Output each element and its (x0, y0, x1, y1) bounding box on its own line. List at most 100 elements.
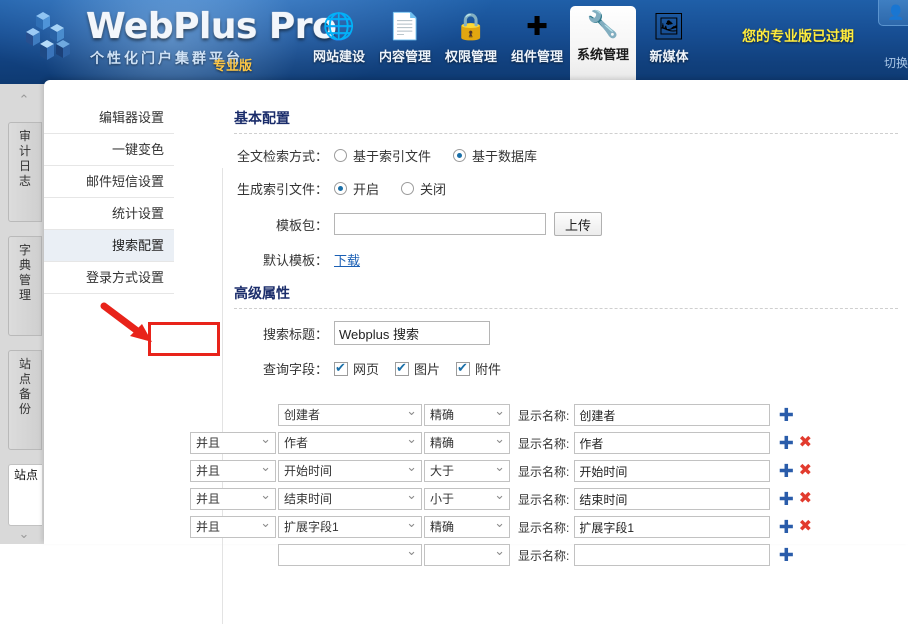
template-pack-label: 模板包： (234, 215, 334, 234)
display-name-label: 显示名称: (518, 435, 569, 452)
radio-option-database[interactable]: 基于数据库 (453, 146, 537, 165)
puzzle-icon: ✚ (519, 8, 555, 44)
display-name-input[interactable] (574, 516, 770, 538)
field-select[interactable]: 开始时间 (278, 460, 422, 482)
nav-item-label: 组件管理 (504, 46, 570, 65)
search-title-input[interactable] (334, 321, 490, 345)
logic-select[interactable]: 并且 (190, 516, 276, 538)
close-x-icon[interactable]: ✖ (796, 434, 814, 452)
chevron-up-icon[interactable]: ⌃ (10, 92, 38, 108)
plus-icon[interactable]: ✚ (776, 462, 796, 480)
checkbox-icon-image[interactable] (395, 362, 409, 376)
radio-icon-index-file[interactable] (334, 149, 347, 162)
field-select[interactable]: 结束时间 (278, 488, 422, 510)
nav-item-photos[interactable]: 🖼 新媒体 (636, 8, 702, 80)
nav-item-label: 新媒体 (636, 46, 702, 65)
radio-icon-index-off[interactable] (401, 182, 414, 195)
display-name-label: 显示名称: (518, 547, 569, 564)
menu-item-2[interactable]: 邮件短信设置 (44, 166, 174, 198)
display-name-label: 显示名称: (518, 519, 569, 536)
operator-select[interactable]: 大于 (424, 460, 510, 482)
plus-icon[interactable]: ✚ (776, 490, 796, 508)
radio-label-index-on: 开启 (353, 179, 379, 198)
row-generate-index: 生成索引文件： 开启 关闭 (234, 179, 908, 198)
display-name-input[interactable] (574, 544, 770, 566)
switch-link[interactable]: 切换 (884, 54, 908, 71)
logic-select[interactable]: 并且 (190, 460, 276, 482)
plus-icon[interactable]: ✚ (776, 546, 796, 564)
query-field-row: 并且扩展字段1精确显示名称: ✚✖ (190, 514, 908, 540)
query-field-row: 并且结束时间小于显示名称:✚✖ (190, 486, 908, 512)
operator-select[interactable]: 精确 (424, 404, 510, 426)
plus-icon[interactable]: ✚ (776, 518, 796, 536)
vertical-tab-label: 站点备份 (18, 357, 32, 417)
default-template-label: 默认模板： (234, 250, 334, 269)
download-template-link[interactable]: 下载 (334, 250, 360, 269)
nav-item-tools[interactable]: 🔧系统管理 (570, 6, 636, 84)
radio-icon-index-on[interactable] (334, 182, 347, 195)
vertical-tab-3[interactable]: 站点 (8, 464, 42, 526)
vertical-tab-2[interactable]: 站点备份 (8, 350, 42, 450)
operator-select[interactable]: 精确 (424, 516, 510, 538)
menu-item-3[interactable]: 统计设置 (44, 198, 174, 230)
display-name-label: 显示名称: (518, 463, 569, 480)
field-select[interactable]: 作者 (278, 432, 422, 454)
field-select[interactable] (278, 544, 422, 566)
operator-select[interactable] (424, 544, 510, 566)
tools-icon: 🔧 (585, 6, 621, 42)
nav-item-document-edit[interactable]: 📄内容管理 (372, 8, 438, 80)
radio-option-index-off[interactable]: 关闭 (401, 179, 446, 198)
display-name-label: 显示名称: (518, 407, 569, 424)
close-x-icon[interactable]: ✖ (796, 518, 814, 536)
operator-select[interactable]: 精确 (424, 432, 510, 454)
plus-icon[interactable]: ✚ (776, 434, 796, 452)
radio-option-index-file[interactable]: 基于索引文件 (334, 146, 431, 165)
radio-icon-database[interactable] (453, 149, 466, 162)
upload-button[interactable]: 上传 (554, 212, 602, 236)
close-x-icon[interactable]: ✖ (796, 490, 814, 508)
close-x-icon[interactable]: ✖ (796, 462, 814, 480)
chevron-down-icon[interactable]: ⌄ (10, 526, 38, 542)
checkbox-option-attachment[interactable]: 附件 (456, 359, 501, 378)
checkbox-icon-attachment[interactable] (456, 362, 470, 376)
logic-select[interactable]: 并且 (190, 432, 276, 454)
photos-icon: 🖼 (651, 8, 687, 44)
checkbox-option-webpage[interactable]: 网页 (334, 359, 379, 378)
row-search-title: 搜索标题： (234, 321, 908, 345)
menu-item-label: 编辑器设置 (99, 110, 164, 125)
query-field-row: 并且作者精确显示名称: ✚✖ (190, 430, 908, 456)
brand-edition-badge: 专业版 (213, 55, 252, 74)
plus-icon[interactable]: ✚ (776, 406, 796, 424)
generate-index-label: 生成索引文件： (234, 179, 334, 198)
display-name-input[interactable] (574, 404, 770, 426)
lock-icon: 🔒 (453, 8, 489, 44)
menu-item-0[interactable]: 编辑器设置 (44, 102, 174, 134)
radio-label-database: 基于数据库 (472, 146, 537, 165)
radio-option-index-on[interactable]: 开启 (334, 179, 379, 198)
logic-select[interactable]: 并且 (190, 488, 276, 510)
checkbox-icon-webpage[interactable] (334, 362, 348, 376)
row-default-template: 默认模板： 下载 (234, 250, 908, 269)
checkbox-option-image[interactable]: 图片 (395, 359, 440, 378)
menu-item-5[interactable]: 登录方式设置 (44, 262, 174, 294)
vertical-tab-1[interactable]: 字典管理 (8, 236, 42, 336)
app-header: WebPlus Pro 个性化门户集群平台 专业版 🌐网站建设📄内容管理🔒权限管… (0, 0, 908, 84)
display-name-input[interactable] (574, 488, 770, 510)
field-select[interactable]: 创建者 (278, 404, 422, 426)
operator-select[interactable]: 小于 (424, 488, 510, 510)
user-avatar-button[interactable]: 👤 (878, 0, 908, 26)
vertical-tab-0[interactable]: 审计日志 (8, 122, 42, 222)
nav-item-puzzle[interactable]: ✚ 组件管理 (504, 8, 570, 80)
query-field-row: 并且开始时间大于显示名称: ✚✖ (190, 458, 908, 484)
display-name-input[interactable] (574, 460, 770, 482)
menu-item-1[interactable]: 一键变色 (44, 134, 174, 166)
template-pack-input[interactable] (334, 213, 546, 235)
nav-item-lock[interactable]: 🔒权限管理 (438, 8, 504, 80)
nav-item-globe[interactable]: 🌐网站建设 (306, 8, 372, 80)
menu-item-4[interactable]: 搜索配置 (44, 230, 174, 262)
document-edit-icon: 📄 (387, 8, 423, 44)
checkbox-label-webpage: 网页 (353, 359, 379, 378)
field-select[interactable]: 扩展字段1 (278, 516, 422, 538)
nav-item-label: 网站建设 (306, 46, 372, 65)
display-name-input[interactable] (574, 432, 770, 454)
